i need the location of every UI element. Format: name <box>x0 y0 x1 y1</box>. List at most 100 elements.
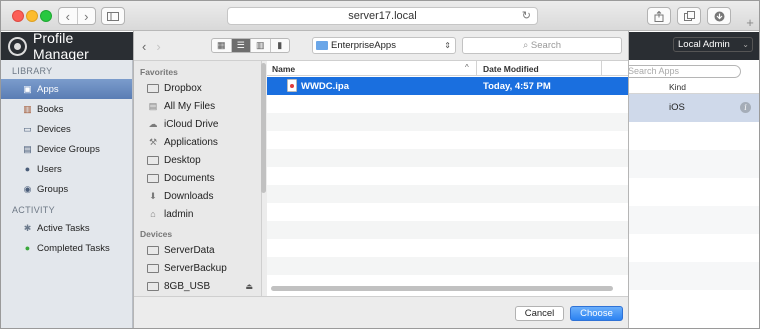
file-name: WWDC.ipa <box>301 81 350 92</box>
sort-ascending-icon[interactable]: ^ <box>465 63 469 72</box>
forward-icon[interactable]: › <box>78 8 96 24</box>
sidebar-item-label: Active Tasks <box>37 222 90 234</box>
sidebar-item-label: iCloud Drive <box>164 118 219 130</box>
browser-nav-group: ‹ › <box>58 7 96 25</box>
sidebar-item-label: Users <box>37 163 62 175</box>
table-row <box>267 257 628 275</box>
ipa-file-icon <box>287 79 297 92</box>
sidebar-item-completed-tasks[interactable]: ● Completed Tasks <box>1 238 132 258</box>
new-tab-button[interactable]: + <box>741 15 759 31</box>
cancel-button[interactable]: Cancel <box>515 306 564 321</box>
list-row <box>629 122 759 150</box>
sidebar-item-8gb-usb[interactable]: 8GB_USB ⏏ <box>134 277 261 295</box>
download-icon <box>714 11 724 21</box>
dialog-nav: ‹ › <box>142 39 171 54</box>
date-column-header[interactable]: Date Modified <box>483 64 539 74</box>
search-icon: ⌕ <box>522 40 531 51</box>
sidebar-item-serverbackup[interactable]: ServerBackup <box>134 259 261 277</box>
sidebar-item-label: Groups <box>37 183 69 195</box>
address-bar[interactable]: server17.local ↻ <box>227 7 538 25</box>
sidebar-item-label: ServerBackup <box>164 262 227 274</box>
sidebar-item-label: Apps <box>37 83 59 95</box>
device-groups-icon: ▤ <box>23 143 32 154</box>
books-icon: ▥ <box>23 103 32 114</box>
sidebar-item-groups[interactable]: ◉ Groups <box>1 179 132 199</box>
sidebar-scrollbar[interactable] <box>261 63 266 193</box>
apps-search-input[interactable]: Search Apps <box>613 65 741 78</box>
documents-icon <box>147 173 159 183</box>
sidebar-item-label: 8GB_USB <box>164 280 211 292</box>
sidebar-item-devices[interactable]: ▭ Devices <box>1 119 132 139</box>
devices-section-title: Devices <box>140 229 173 239</box>
list-view-icon[interactable]: ☰ <box>231 39 251 52</box>
reload-icon[interactable]: ↻ <box>522 8 531 24</box>
sidebar-item-books[interactable]: ▥ Books <box>1 99 132 119</box>
back-icon[interactable]: ‹ <box>142 39 146 54</box>
applications-icon: ⚒ <box>148 136 158 147</box>
sidebar-item-device-groups[interactable]: ▤ Device Groups <box>1 139 132 159</box>
view-mode-group: ▦ ☰ ▥ ▮ <box>211 38 290 53</box>
tabs-icon <box>683 11 695 21</box>
file-row[interactable]: WWDC.ipa Today, 4:57 PM <box>267 77 628 95</box>
maximize-window-button[interactable] <box>40 10 52 22</box>
table-row <box>267 131 628 149</box>
cover-flow-icon[interactable]: ▮ <box>271 39 290 52</box>
sidebar-item-serverdata[interactable]: ServerData <box>134 241 261 259</box>
sidebar-item-apps[interactable]: ▣ Apps <box>1 79 132 99</box>
active-tasks-icon: ✱ <box>23 222 32 233</box>
kind-column-header[interactable]: Kind <box>629 80 759 94</box>
location-popup[interactable]: EnterpriseApps ⇕ <box>312 37 456 54</box>
eject-icon[interactable]: ⏏ <box>245 282 253 291</box>
table-row <box>267 149 628 167</box>
sidebar-item-label: All My Files <box>164 100 216 112</box>
sidebar-item-all-my-files[interactable]: ▤ All My Files <box>134 97 261 115</box>
sidebar-item-label: ladmin <box>164 208 194 220</box>
back-icon[interactable]: ‹ <box>59 8 78 24</box>
sidebar-item-icloud-drive[interactable]: ☁ iCloud Drive <box>134 115 261 133</box>
column-divider[interactable] <box>601 61 602 76</box>
file-list-header: Name ^ Date Modified <box>267 61 628 76</box>
drive-icon <box>147 281 159 291</box>
forward-icon[interactable]: › <box>156 39 160 54</box>
icon-view-icon[interactable]: ▦ <box>212 39 232 52</box>
sidebar-item-dropbox[interactable]: Dropbox <box>134 79 261 97</box>
share-button[interactable] <box>647 7 671 25</box>
sidebar-item-label: Downloads <box>164 190 214 202</box>
downloads-icon: ⬇ <box>149 190 157 201</box>
tabs-button[interactable] <box>677 7 701 25</box>
sidebar-toggle-button[interactable] <box>101 7 125 25</box>
minimize-window-button[interactable] <box>26 10 38 22</box>
sidebar-item-desktop[interactable]: Desktop <box>134 151 261 169</box>
dialog-footer: Cancel Choose <box>134 296 628 328</box>
sidebar-item-label: Books <box>37 103 64 115</box>
list-row <box>629 262 759 290</box>
user-icon: ● <box>24 164 31 174</box>
downloads-button[interactable] <box>707 7 731 25</box>
info-icon[interactable]: i <box>740 102 751 113</box>
location-label: EnterpriseApps <box>331 40 396 51</box>
app-sidebar: LIBRARY ▣ Apps ▥ Books ▭ Devices ▤ Devic… <box>1 60 133 328</box>
column-divider[interactable] <box>476 61 477 76</box>
sidebar-item-downloads[interactable]: ⬇ Downloads <box>134 187 261 205</box>
sidebar-item-label: Completed Tasks <box>37 242 110 254</box>
search-placeholder: Search <box>530 40 562 51</box>
sidebar-item-ladmin[interactable]: ⌂ ladmin <box>134 205 261 223</box>
list-row <box>629 206 759 234</box>
close-window-button[interactable] <box>12 10 24 22</box>
name-column-header[interactable]: Name <box>272 64 295 74</box>
column-view-icon[interactable]: ▥ <box>251 39 271 52</box>
sidebar-item-users[interactable]: ● Users <box>1 159 132 179</box>
table-row <box>267 95 628 113</box>
sidebar-item-active-tasks[interactable]: ✱ Active Tasks <box>1 218 132 238</box>
dialog-search-input[interactable]: ⌕ Search <box>462 37 622 54</box>
sidebar-item-label: Dropbox <box>164 82 202 94</box>
sidebar-item-applications[interactable]: ⚒ Applications <box>134 133 261 151</box>
choose-button[interactable]: Choose <box>570 306 623 321</box>
chevron-down-icon: ⌄ <box>742 40 749 49</box>
sidebar-item-documents[interactable]: Documents <box>134 169 261 187</box>
app-row[interactable]: iOS i <box>629 94 759 122</box>
user-menu-button[interactable]: Local Admin ⌄ <box>673 37 753 52</box>
cloud-icon: ☁ <box>148 118 158 129</box>
horizontal-scrollbar[interactable] <box>271 286 613 291</box>
table-row <box>267 203 628 221</box>
